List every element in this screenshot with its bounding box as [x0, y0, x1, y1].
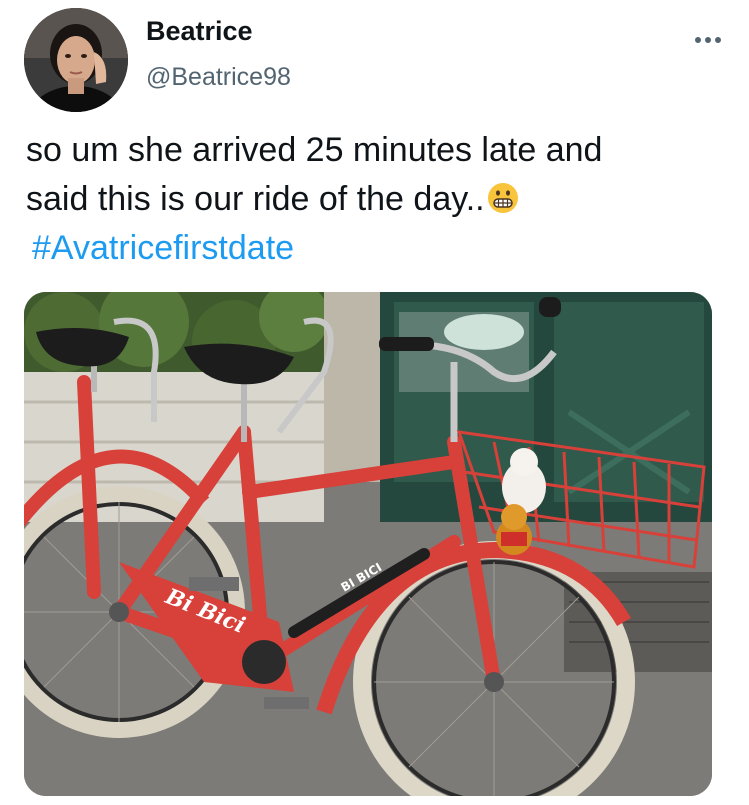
grimacing-face-icon — [487, 179, 519, 213]
more-horizontal-icon[interactable] — [690, 28, 726, 52]
tweet-text-line-3: #Avatricefirstdate — [26, 224, 726, 273]
author-handle[interactable]: @Beatrice98 — [146, 60, 291, 94]
photo-red-bicycle-with-basket-icon: Bi Bici BI BICI — [24, 292, 712, 796]
tweet-text-line-2: said this is our ride of the day.. — [26, 180, 485, 218]
tweet-text-line-2-wrap: said this is our ride of the day.. — [26, 175, 726, 224]
author-display-name[interactable]: Beatrice — [146, 14, 253, 48]
hashtag-link[interactable]: #Avatricefirstdate — [32, 229, 294, 267]
tweet-text-line-1: so um she arrived 25 minutes late and — [26, 131, 603, 169]
tweet-card: Beatrice @Beatrice98 so um she arrived 2… — [0, 0, 749, 805]
profile-photo-icon — [24, 8, 128, 112]
author-avatar[interactable] — [24, 8, 128, 112]
tweet-text: so um she arrived 25 minutes late and sa… — [26, 126, 726, 273]
tweet-photo[interactable]: Bi Bici BI BICI — [24, 292, 712, 796]
